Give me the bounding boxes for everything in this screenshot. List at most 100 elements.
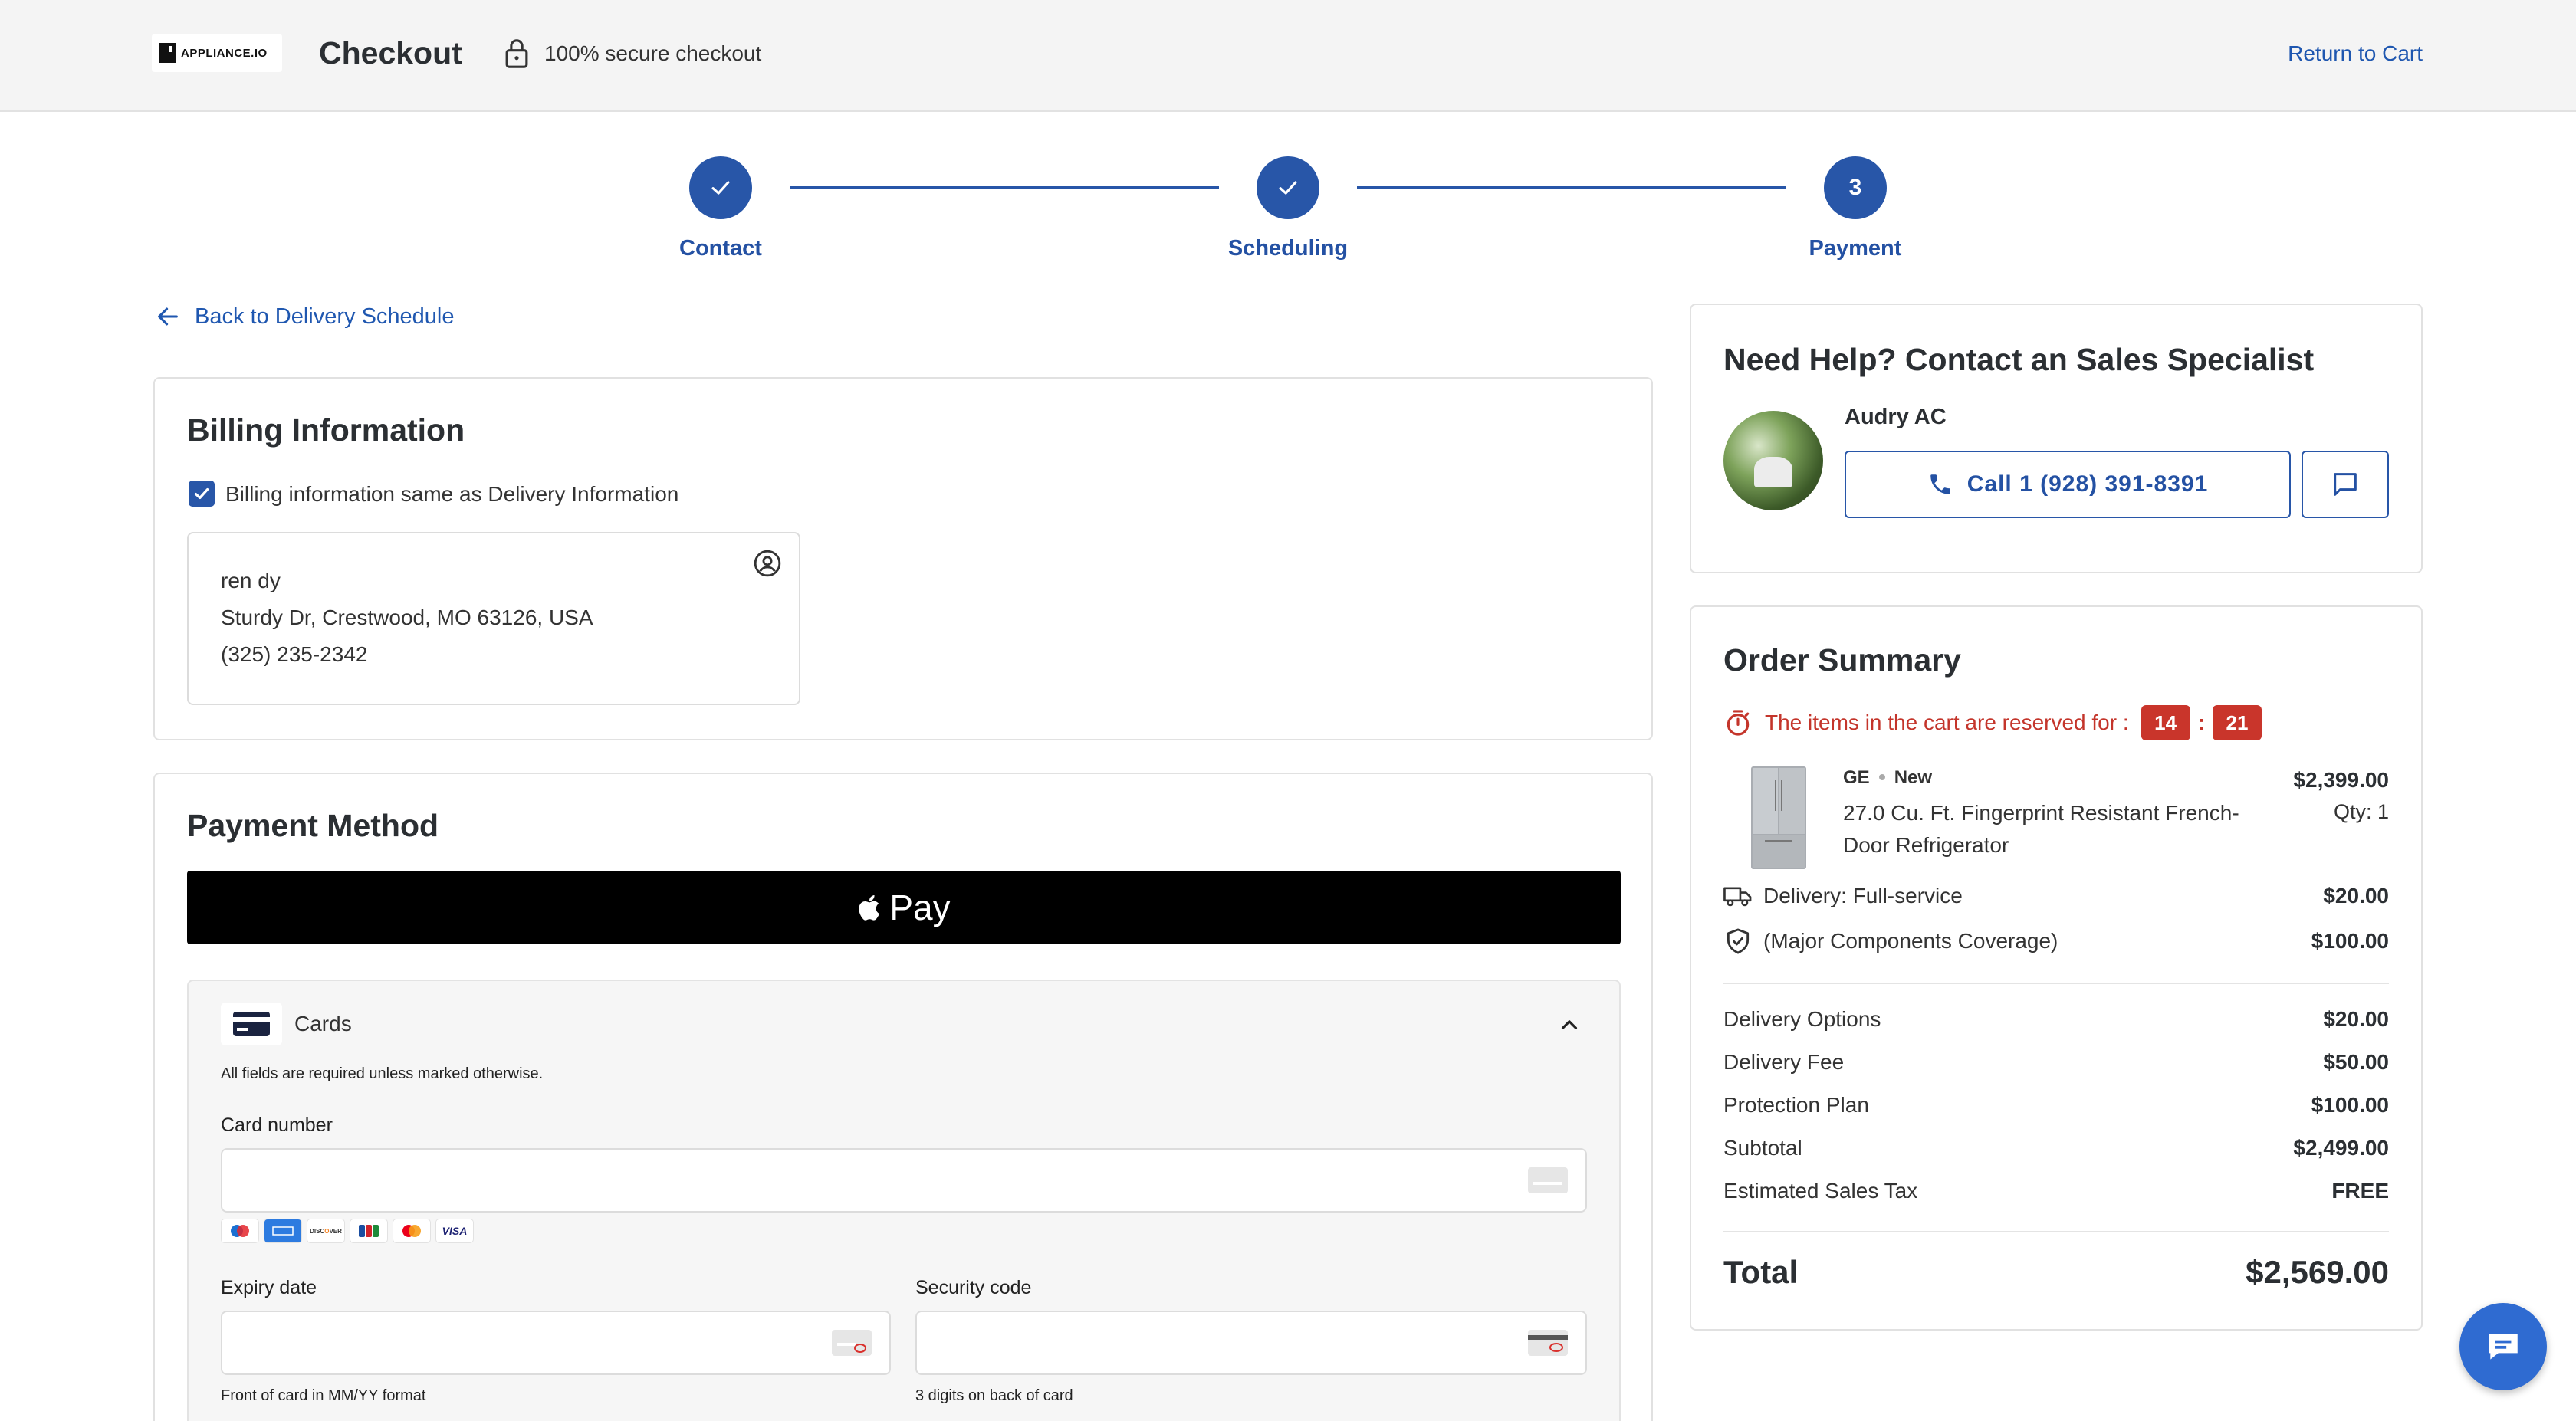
chat-fab-button[interactable] [2459, 1303, 2547, 1390]
summary-line-delivery-fee: Delivery Fee $50.00 [1723, 1050, 2389, 1075]
reserved-text: The items in the cart are reserved for : [1765, 710, 2129, 734]
total-label: Total [1723, 1254, 1799, 1290]
step-contact-circle [689, 156, 752, 219]
mastercard-icon [393, 1219, 431, 1243]
order-summary-title: Order Summary [1723, 642, 1961, 678]
arrow-left-icon [158, 307, 178, 326]
message-button[interactable] [2302, 451, 2389, 518]
expiry-hint: Front of card in MM/YY format [221, 1387, 426, 1404]
lock-icon [505, 39, 528, 68]
separator-dot [1878, 773, 1885, 780]
card-number-label: Card number [221, 1114, 333, 1136]
delivery-value: $20.00 [2323, 884, 2389, 907]
product-name[interactable]: 27.0 Cu. Ft. Fingerprint Resistant Frenc… [1843, 797, 2272, 861]
return-to-cart-link[interactable]: Return to Cart [2288, 41, 2423, 66]
line-label: Delivery Options [1723, 1007, 1881, 1031]
cvc-input[interactable] [915, 1311, 1587, 1375]
summary-line-sales-tax: Estimated Sales Tax FREE [1723, 1179, 2389, 1203]
coverage-line: (Major Components Coverage) $100.00 [1723, 927, 2389, 956]
check-icon [1279, 181, 1297, 195]
maestro-icon [221, 1219, 259, 1243]
call-button[interactable]: Call 1 (928) 391-8391 [1845, 451, 2291, 518]
step-connector [1357, 186, 1786, 189]
agent-name: Audry AC [1845, 405, 1947, 429]
coverage-label: (Major Components Coverage) [1763, 929, 2058, 953]
chevron-up-icon[interactable] [1556, 1012, 1582, 1038]
divider [1723, 983, 2389, 984]
line-label: Estimated Sales Tax [1723, 1179, 1918, 1203]
card-icon-box [221, 1003, 282, 1045]
line-label: Subtotal [1723, 1136, 1802, 1160]
generic-card-icon [1528, 1167, 1568, 1193]
timer-minutes: 14 [2141, 705, 2190, 740]
divider [1723, 1231, 2389, 1232]
jcb-icon [350, 1219, 388, 1243]
stopwatch-icon [1727, 710, 1750, 736]
total-value: $2,569.00 [2246, 1254, 2389, 1290]
discover-icon: DISC O VER [307, 1219, 345, 1243]
expiry-label: Expiry date [221, 1277, 317, 1298]
product-qty: Qty: 1 [2333, 800, 2389, 823]
cvc-hint: 3 digits on back of card [915, 1387, 1073, 1404]
required-note: All fields are required unless marked ot… [221, 1065, 544, 1082]
billing-address-card[interactable]: ren dy Sturdy Dr, Crestwood, MO 63126, U… [187, 532, 800, 705]
line-value: $100.00 [2311, 1093, 2389, 1117]
back-link-label: Back to Delivery Schedule [195, 304, 455, 329]
step-payment-circle: 3 [1824, 156, 1887, 219]
apple-pay-button[interactable]: Pay [187, 871, 1621, 944]
address-street: Sturdy Dr, Crestwood, MO 63126, USA [221, 605, 593, 629]
product-brand: GE New [1843, 767, 1932, 789]
line-value: $50.00 [2323, 1050, 2389, 1074]
card-back-icon [1528, 1330, 1568, 1356]
reservation-timer: The items in the cart are reserved for :… [1723, 705, 2262, 740]
cards-label[interactable]: Cards [294, 1012, 352, 1036]
line-value: FREE [2331, 1179, 2389, 1203]
apple-pay-label: Pay [889, 888, 951, 927]
avatar [1723, 411, 1823, 510]
phone-icon [1930, 474, 1950, 494]
address-phone: (325) 235-2342 [221, 642, 368, 666]
card-front-icon [832, 1330, 872, 1356]
line-value: $2,499.00 [2293, 1136, 2389, 1160]
address-name: ren dy [221, 569, 281, 592]
message-icon [2334, 473, 2357, 496]
billing-same-checkbox[interactable] [189, 481, 215, 507]
step-label-payment: Payment [1809, 236, 1902, 261]
expiry-input[interactable] [221, 1311, 891, 1375]
step-connector [790, 186, 1219, 189]
product-price: $2,399.00 [2293, 768, 2389, 792]
billing-same-label[interactable]: Billing information same as Delivery Inf… [225, 482, 678, 507]
back-to-delivery-link[interactable]: Back to Delivery Schedule [155, 304, 455, 330]
credit-card-icon [233, 1012, 270, 1036]
logo[interactable]: APPLIANCE.IO [152, 34, 282, 72]
product-condition: New [1894, 767, 1933, 788]
amex-icon [264, 1219, 302, 1243]
logo-text: APPLIANCE.IO [181, 46, 268, 60]
summary-line-subtotal: Subtotal $2,499.00 [1723, 1136, 2389, 1160]
user-circle-icon[interactable] [753, 549, 782, 578]
summary-line-delivery-options: Delivery Options $20.00 [1723, 1007, 2389, 1032]
logo-mark-icon [159, 43, 176, 63]
chat-bubble-icon [2489, 1334, 2518, 1360]
coverage-value: $100.00 [2311, 929, 2389, 953]
card-number-input[interactable] [221, 1148, 1587, 1213]
truck-icon [1723, 887, 1752, 907]
line-label: Delivery Fee [1723, 1050, 1845, 1074]
product-brand-name: GE [1843, 767, 1870, 788]
secure-checkout-text: 100% secure checkout [544, 41, 762, 65]
apple-logo-icon [859, 894, 880, 921]
header-bar: APPLIANCE.IO Checkout 100% secure checko… [0, 0, 2576, 112]
timer-separator: : [2197, 710, 2205, 734]
delivery-label: Delivery: Full-service [1763, 884, 1963, 907]
step-label-scheduling: Scheduling [1227, 236, 1349, 261]
call-button-label: Call 1 (928) 391-8391 [1967, 471, 2209, 497]
page-title: Checkout [319, 35, 462, 71]
total-row: Total $2,569.00 [1723, 1254, 2389, 1291]
card-brand-row: DISC O VER VISA [221, 1219, 474, 1243]
step-scheduling-circle [1257, 156, 1319, 219]
line-label: Protection Plan [1723, 1093, 1869, 1117]
check-icon [194, 487, 209, 500]
cards-section: Cards All fields are required unless mar… [187, 980, 1621, 1421]
product-image[interactable] [1750, 765, 1808, 871]
timer-seconds: 21 [2212, 705, 2262, 740]
